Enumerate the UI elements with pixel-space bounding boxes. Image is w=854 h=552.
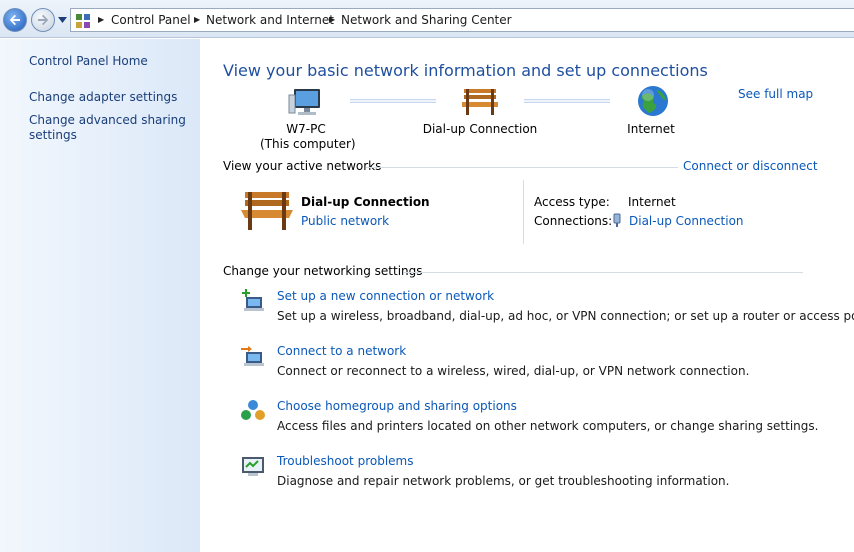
breadcrumb: ▶ Control Panel ▶ Network and Internet ▶… [70,8,854,32]
new-connection-icon[interactable] [240,289,266,313]
section-divider [366,167,678,168]
public-network-bench-icon[interactable] [241,190,293,232]
forward-button[interactable] [31,8,55,32]
see-full-map-link[interactable]: See full map [738,87,813,101]
breadcrumb-item-control-panel[interactable]: Control Panel [111,13,191,27]
breadcrumb-separator-icon[interactable]: ▶ [194,15,200,24]
breadcrumb-separator-icon[interactable]: ▶ [98,15,104,24]
network-type-link[interactable]: Public network [301,214,389,228]
active-network-name: Dial-up Connection [301,195,430,209]
connect-to-network-link[interactable]: Connect to a network [277,344,406,358]
address-bar: ▶ Control Panel ▶ Network and Internet ▶… [0,0,854,38]
change-settings-heading: Change your networking settings [223,264,423,278]
troubleshoot-link[interactable]: Troubleshoot problems [277,454,413,468]
breadcrumb-item-network-and-internet[interactable]: Network and Internet [206,13,334,27]
section-divider [404,272,803,273]
active-networks-heading: View your active networks [223,159,382,173]
sidebar-item-change-advanced-sharing-settings[interactable]: Change advanced sharing settings [29,113,194,143]
main-content: View your basic network information and … [200,39,854,552]
sidebar-item-change-adapter-settings[interactable]: Change adapter settings [29,90,194,105]
breadcrumb-separator-icon[interactable]: ▶ [329,15,335,24]
map-node-internet: Internet [627,122,675,136]
access-type-label: Access type: [534,195,610,209]
dialup-bench-icon[interactable] [462,87,498,117]
control-panel-icon[interactable] [75,13,91,29]
computer-name: W7-PC [286,122,326,136]
setup-connection-description: Set up a wireless, broadband, dial-up, a… [277,309,854,323]
left-nav-pane: Control Panel Home Change adapter settin… [0,39,200,552]
computer-icon[interactable] [288,87,324,119]
back-button[interactable] [3,8,27,32]
forward-arrow-icon [38,14,49,26]
vertical-divider [523,180,524,244]
map-node-computer: W7-PC (This computer) [260,122,356,151]
connect-or-disconnect-link[interactable]: Connect or disconnect [683,159,818,173]
page-title: View your basic network information and … [223,61,708,80]
computer-subtitle: (This computer) [260,137,356,151]
connections-label: Connections: [534,214,613,228]
dialup-connection-icon[interactable] [612,213,622,228]
map-node-dialup: Dial-up Connection [422,122,538,136]
connect-to-network-description: Connect or reconnect to a wireless, wire… [277,364,750,378]
troubleshoot-description: Diagnose and repair network problems, or… [277,474,730,488]
homegroup-sharing-link[interactable]: Choose homegroup and sharing options [277,399,517,413]
access-type-value: Internet [628,195,676,209]
sidebar-item-control-panel-home[interactable]: Control Panel Home [29,54,194,69]
map-link-line [350,99,436,103]
internet-globe-icon[interactable] [637,85,669,117]
connect-network-icon[interactable] [240,344,266,368]
homegroup-sharing-description: Access files and printers located on oth… [277,419,819,433]
map-link-line [524,99,610,103]
homegroup-icon[interactable] [240,399,266,423]
recent-pages-chevron-icon[interactable] [58,17,67,23]
connections-value-link[interactable]: Dial-up Connection [629,214,744,228]
back-arrow-icon [9,14,20,26]
breadcrumb-item-network-and-sharing-center[interactable]: Network and Sharing Center [341,13,512,27]
troubleshoot-icon[interactable] [240,454,266,478]
setup-connection-link[interactable]: Set up a new connection or network [277,289,494,303]
